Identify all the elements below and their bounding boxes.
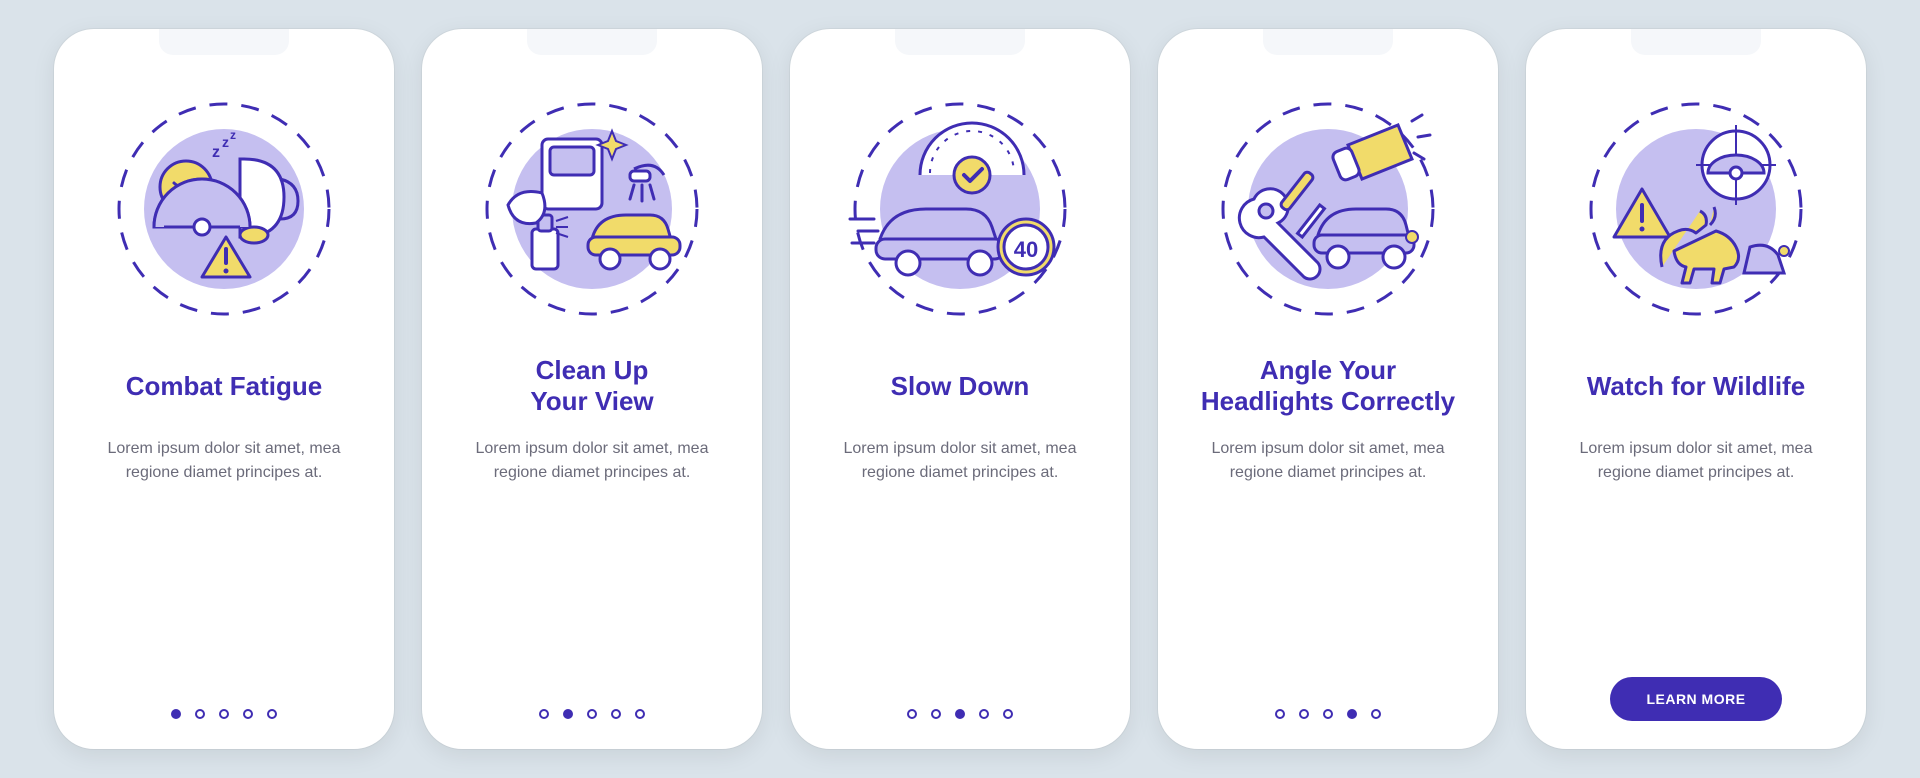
fatigue-illustration-icon: z z z: [94, 79, 354, 339]
wildlife-illustration-icon: [1566, 79, 1826, 339]
pagination-dot-3[interactable]: [955, 709, 965, 719]
screen-body-text: Lorem ipsum dolor sit amet, mea regione …: [1180, 437, 1476, 485]
pagination-dots: [539, 709, 645, 719]
pagination-dot-5[interactable]: [1003, 709, 1013, 719]
pagination-dot-4[interactable]: [611, 709, 621, 719]
onboarding-screen-clean-up-view: Clean UpYour View Lorem ipsum dolor sit a…: [422, 29, 762, 749]
screen-body-text: Lorem ipsum dolor sit amet, mea regione …: [76, 437, 372, 485]
headlights-illustration-icon: [1198, 79, 1458, 339]
pagination-dot-2[interactable]: [1299, 709, 1309, 719]
screen-body-text: Lorem ipsum dolor sit amet, mea regione …: [1548, 437, 1844, 485]
pagination-dot-1[interactable]: [907, 709, 917, 719]
learn-more-button[interactable]: LEARN MORE: [1610, 677, 1781, 721]
phone-notch: [1631, 29, 1761, 55]
pagination-dot-3[interactable]: [219, 709, 229, 719]
phone-notch: [895, 29, 1025, 55]
onboarding-screens-row: z z z Combat Fatigue Lorem ipsum dolor si…: [54, 29, 1866, 749]
screen-title: Watch for Wildlife: [1579, 353, 1813, 419]
phone-notch: [1263, 29, 1393, 55]
pagination-dot-4[interactable]: [979, 709, 989, 719]
pagination-dot-5[interactable]: [1371, 709, 1381, 719]
phone-notch: [159, 29, 289, 55]
pagination-dot-1[interactable]: [539, 709, 549, 719]
screen-title: Clean UpYour View: [522, 353, 661, 419]
pagination-dots: [171, 709, 277, 719]
screen-title: Slow Down: [883, 353, 1038, 419]
phone-notch: [527, 29, 657, 55]
slow-illustration-icon: 40: [830, 79, 1090, 339]
pagination-dot-5[interactable]: [635, 709, 645, 719]
pagination-dot-1[interactable]: [1275, 709, 1285, 719]
screen-body-text: Lorem ipsum dolor sit amet, mea regione …: [812, 437, 1108, 485]
onboarding-screen-angle-headlights: Angle YourHeadlights Correctly Lorem ipsu…: [1158, 29, 1498, 749]
clean-illustration-icon: [462, 79, 722, 339]
pagination-dot-2[interactable]: [563, 709, 573, 719]
svg-text:z: z: [212, 144, 220, 161]
pagination-dot-2[interactable]: [195, 709, 205, 719]
pagination-dots: [1275, 709, 1381, 719]
screen-title: Angle YourHeadlights Correctly: [1193, 353, 1463, 419]
pagination-dots: [907, 709, 1013, 719]
screen-body-text: Lorem ipsum dolor sit amet, mea regione …: [444, 437, 740, 485]
pagination-dot-4[interactable]: [1347, 709, 1357, 719]
pagination-dot-1[interactable]: [171, 709, 181, 719]
screen-title: Combat Fatigue: [118, 353, 330, 419]
pagination-dot-5[interactable]: [267, 709, 277, 719]
onboarding-screen-combat-fatigue: z z z Combat Fatigue Lorem ipsum dolor si…: [54, 29, 394, 749]
svg-text:40: 40: [1014, 237, 1038, 262]
onboarding-screen-watch-wildlife: Watch for Wildlife Lorem ipsum dolor sit …: [1526, 29, 1866, 749]
pagination-dot-3[interactable]: [1323, 709, 1333, 719]
pagination-dot-2[interactable]: [931, 709, 941, 719]
svg-text:z: z: [230, 128, 236, 142]
onboarding-screen-slow-down: 40 Slow Down Lorem ipsum dolor sit amet, …: [790, 29, 1130, 749]
svg-text:z: z: [222, 134, 229, 150]
pagination-dot-3[interactable]: [587, 709, 597, 719]
pagination-dot-4[interactable]: [243, 709, 253, 719]
